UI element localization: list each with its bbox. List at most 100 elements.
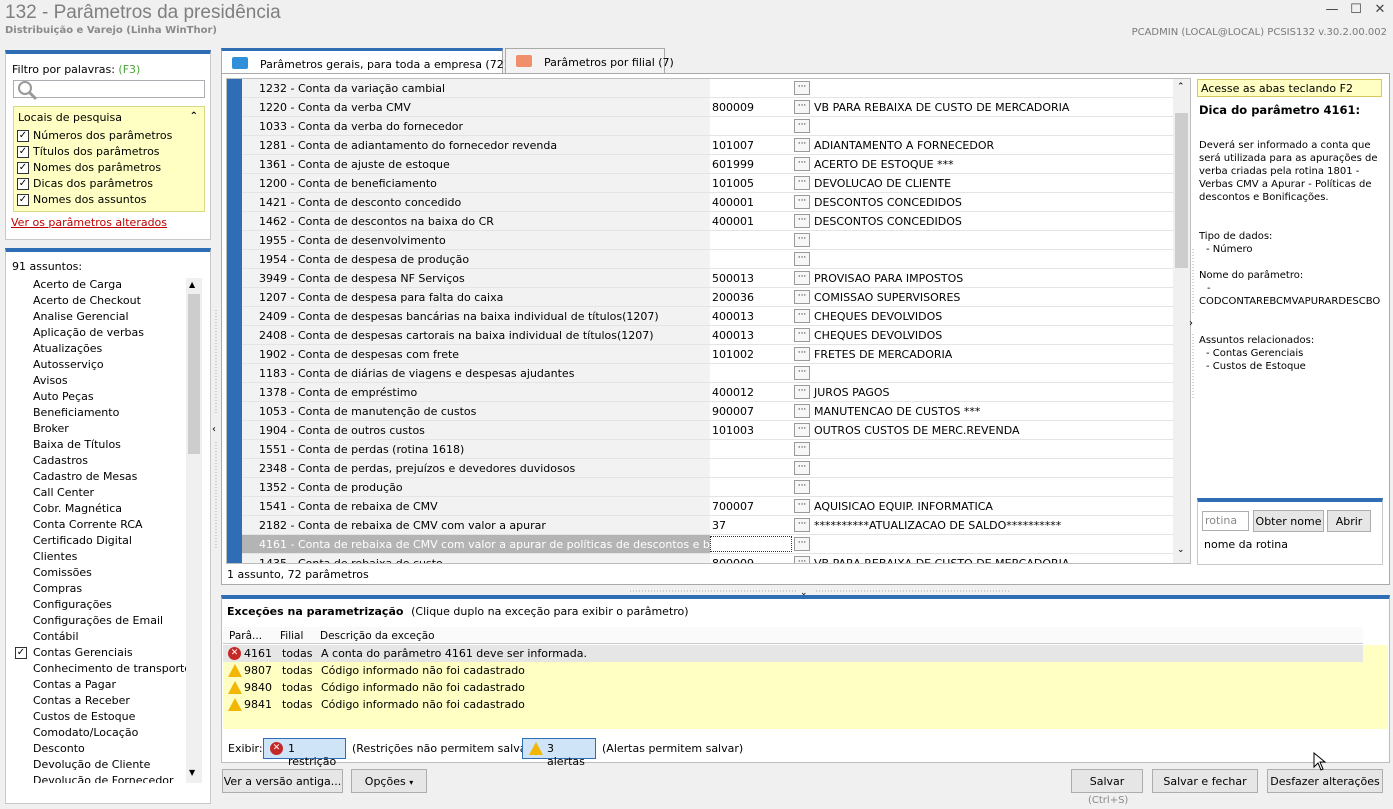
param-row[interactable]: 2409 - Conta de despesas bancárias na ba…: [242, 307, 1174, 326]
subject-item[interactable]: Contas a Receber: [33, 694, 186, 707]
subject-item[interactable]: Contas Gerenciais: [33, 646, 186, 659]
ellipsis-button[interactable]: ···: [794, 138, 810, 152]
subject-item[interactable]: Acerto de Checkout: [33, 294, 186, 307]
ellipsis-button[interactable]: ···: [794, 309, 810, 323]
subject-item[interactable]: Acerto de Carga: [33, 278, 186, 291]
subject-item[interactable]: Analise Gerencial: [33, 310, 186, 323]
param-row[interactable]: 1183 - Conta de diárias de viagens e des…: [242, 364, 1174, 383]
restriction-filter-button[interactable]: ✕ 1 restrição: [263, 738, 346, 768]
param-row[interactable]: 1435 - Conta de rebaixa de custo 800009 ··…: [242, 554, 1174, 563]
rotina-input[interactable]: rotina: [1202, 511, 1249, 531]
subject-item[interactable]: Conta Corrente RCA: [33, 518, 186, 531]
subject-item[interactable]: Devolução de Fornecedor: [33, 774, 186, 783]
exception-row[interactable]: 9840 todas Código informado não foi cadast…: [223, 679, 1363, 696]
scroll-down-icon[interactable]: ▼: [189, 768, 195, 777]
col-filial[interactable]: Filial: [280, 630, 303, 642]
scroll-up-icon[interactable]: ▲: [189, 280, 195, 289]
param-row[interactable]: 1954 - Conta de despesa de produção ···: [242, 250, 1174, 269]
param-code[interactable]: 700007: [712, 500, 790, 513]
location-checkbox[interactable]: ✓: [17, 194, 29, 206]
ellipsis-button[interactable]: ···: [794, 290, 810, 304]
param-row[interactable]: 1053 - Conta de manutenção de custos 9000…: [242, 402, 1174, 421]
subject-item[interactable]: Compras: [33, 582, 186, 595]
right-splitter-icon[interactable]: ›: [1189, 249, 1197, 399]
subject-item[interactable]: Cadastros: [33, 454, 186, 467]
open-button[interactable]: Abrir: [1327, 510, 1371, 532]
subject-item[interactable]: Avisos: [33, 374, 186, 387]
tab-branch-params[interactable]: Parâmetros por filial (7): [505, 48, 674, 73]
param-code[interactable]: 500013: [712, 272, 790, 285]
ellipsis-button[interactable]: ···: [794, 423, 810, 437]
param-code[interactable]: 400001: [712, 215, 790, 228]
save-close-button[interactable]: Salvar e fechar: [1152, 769, 1258, 793]
param-code[interactable]: 200036: [712, 291, 790, 304]
subject-item[interactable]: Cobr. Magnética: [33, 502, 186, 515]
ellipsis-button[interactable]: ···: [794, 518, 810, 532]
ellipsis-button[interactable]: ···: [794, 499, 810, 513]
options-button[interactable]: Opções ▾: [351, 769, 427, 793]
param-code[interactable]: [710, 536, 792, 552]
param-code[interactable]: 101003: [712, 424, 790, 437]
exception-row[interactable]: 9807 todas Código informado não foi cadast…: [223, 662, 1363, 679]
maximize-button[interactable]: ☐: [1346, 2, 1366, 20]
ellipsis-button[interactable]: ···: [794, 100, 810, 114]
location-checkbox[interactable]: ✓: [17, 162, 29, 174]
subject-item[interactable]: Autosserviço: [33, 358, 186, 371]
subject-item[interactable]: Comodato/Locação: [33, 726, 186, 739]
param-row[interactable]: 1541 - Conta de rebaixa de CMV 700007 ··· A…: [242, 497, 1174, 516]
param-row[interactable]: 3949 - Conta de despesa NF Serviços 50001…: [242, 269, 1174, 288]
param-row[interactable]: 1462 - Conta de descontos na baixa do CR…: [242, 212, 1174, 231]
scroll-up-icon[interactable]: ⌃: [1177, 82, 1185, 92]
left-splitter[interactable]: ‹: [212, 310, 220, 550]
param-code[interactable]: 101007: [712, 139, 790, 152]
scroll-down-icon[interactable]: ⌄: [1177, 545, 1185, 555]
old-version-button[interactable]: Ver a versão antiga...: [222, 769, 343, 793]
undo-button[interactable]: Desfazer alterações: [1267, 769, 1383, 793]
ellipsis-button[interactable]: ···: [794, 537, 810, 551]
ellipsis-button[interactable]: ···: [794, 119, 810, 133]
ellipsis-button[interactable]: ···: [794, 347, 810, 361]
subject-item[interactable]: Custos de Estoque: [33, 710, 186, 723]
minimize-button[interactable]: —: [1322, 2, 1342, 20]
alerts-filter-button[interactable]: 3 alertas: [522, 738, 596, 768]
param-row[interactable]: 1421 - Conta de desconto concedido 400001…: [242, 193, 1174, 212]
param-row[interactable]: 2182 - Conta de rebaixa de CMV com valor…: [242, 516, 1174, 535]
param-row[interactable]: 4161 - Conta de rebaixa de CMV com valor…: [242, 535, 1174, 554]
subject-item[interactable]: Contas a Pagar: [33, 678, 186, 691]
exceptions-list[interactable]: ✕ 4161 todas A conta do parâmetro 4161 deve…: [223, 645, 1388, 729]
subject-checkbox[interactable]: ✓: [15, 647, 27, 659]
ellipsis-button[interactable]: ···: [794, 442, 810, 456]
param-code[interactable]: 400013: [712, 329, 790, 342]
subject-item[interactable]: Conhecimento de transporte ele: [33, 662, 186, 675]
subject-item[interactable]: Beneficiamento: [33, 406, 186, 419]
param-row[interactable]: 1955 - Conta de desenvolvimento ···: [242, 231, 1174, 250]
altered-params-link[interactable]: Ver os parâmetros alterados: [11, 216, 167, 229]
param-row[interactable]: 1378 - Conta de empréstimo 400012 ··· JUROS…: [242, 383, 1174, 402]
subject-item[interactable]: Clientes: [33, 550, 186, 563]
save-button[interactable]: Salvar: [1071, 769, 1143, 793]
ellipsis-button[interactable]: ···: [794, 176, 810, 190]
bottom-splitter-icon[interactable]: ⌄: [630, 587, 1010, 595]
param-code[interactable]: 800009: [712, 557, 790, 563]
param-row[interactable]: 1200 - Conta de beneficiamento 101005 ··· D…: [242, 174, 1174, 193]
location-checkbox[interactable]: ✓: [17, 146, 29, 158]
ellipsis-button[interactable]: ···: [794, 328, 810, 342]
param-code[interactable]: 400012: [712, 386, 790, 399]
close-button[interactable]: ✕: [1370, 2, 1390, 20]
exception-row[interactable]: ✕ 4161 todas A conta do parâmetro 4161 deve…: [223, 645, 1363, 662]
location-checkbox[interactable]: ✓: [17, 178, 29, 190]
subject-list[interactable]: Acerto de Carga Acerto de Checkout Analise…: [12, 278, 206, 783]
ellipsis-button[interactable]: ···: [794, 195, 810, 209]
param-row[interactable]: 2348 - Conta de perdas, prejuízos e deve…: [242, 459, 1174, 478]
param-row[interactable]: 1232 - Conta da variação cambial ···: [242, 79, 1174, 98]
subject-item[interactable]: Desconto: [33, 742, 186, 755]
param-row[interactable]: 1551 - Conta de perdas (rotina 1618) ···: [242, 440, 1174, 459]
ellipsis-button[interactable]: ···: [794, 385, 810, 399]
param-row[interactable]: 1361 - Conta de ajuste de estoque 601999 ·…: [242, 155, 1174, 174]
ellipsis-button[interactable]: ···: [794, 480, 810, 494]
ellipsis-button[interactable]: ···: [794, 81, 810, 95]
subject-item[interactable]: Configurações de Email: [33, 614, 186, 627]
col-param[interactable]: Parâ...: [229, 630, 262, 642]
grid-scroll-thumb[interactable]: [1175, 113, 1188, 268]
param-code[interactable]: 101002: [712, 348, 790, 361]
